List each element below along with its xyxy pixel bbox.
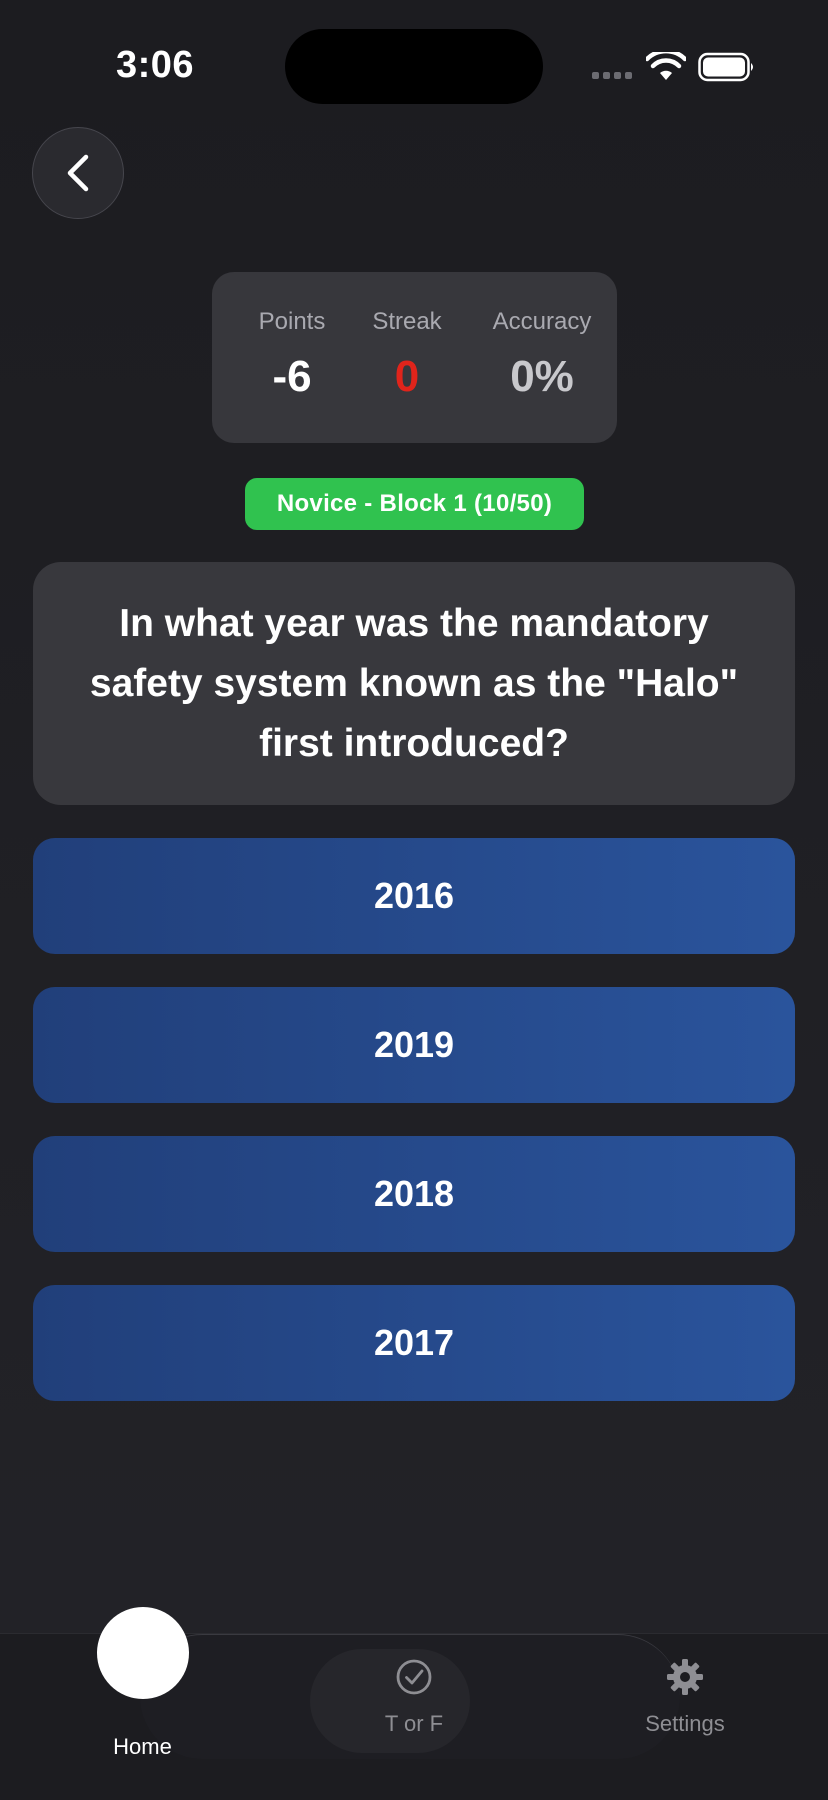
checkmark-circle-icon[interactable]: [395, 1658, 433, 1696]
tab-home-button[interactable]: [97, 1607, 189, 1699]
accuracy-label: Accuracy: [492, 308, 592, 335]
streak-label: Streak: [372, 308, 442, 335]
answer-option-2[interactable]: 2019: [33, 987, 795, 1103]
stats-card: Points -6 Streak 0 Accuracy 0%: [212, 272, 617, 443]
level-badge: Novice - Block 1 (10/50): [245, 478, 584, 530]
points-value: -6: [272, 352, 312, 401]
question-text: In what year was the mandatory safety sy…: [89, 601, 739, 765]
quiz-screen: 3:06 Points -6 Streak 0 Accuracy 0% Novi…: [0, 0, 828, 1800]
tab-bar-pill: [140, 1634, 680, 1759]
back-button[interactable]: [32, 127, 124, 219]
points-label: Points: [258, 308, 326, 335]
tab-bar-selection: [310, 1649, 470, 1753]
tab-home-label[interactable]: Home: [80, 1734, 205, 1760]
cellular-signal-icon: [592, 72, 634, 82]
status-time: 3:06: [115, 44, 195, 86]
chevron-left-icon: [67, 154, 89, 192]
question-card: In what year was the mandatory safety sy…: [33, 562, 795, 805]
tab-settings-label[interactable]: Settings: [625, 1711, 745, 1737]
dynamic-island: [285, 29, 543, 104]
tab-true-false-label[interactable]: T or F: [364, 1711, 464, 1737]
battery-icon: [698, 52, 753, 82]
gear-icon[interactable]: [666, 1658, 704, 1696]
answer-option-3[interactable]: 2018: [33, 1136, 795, 1252]
accuracy-value: 0%: [510, 352, 574, 401]
answer-option-4[interactable]: 2017: [33, 1285, 795, 1401]
answer-option-1[interactable]: 2016: [33, 838, 795, 954]
streak-value: 0: [394, 352, 420, 401]
wifi-icon: [646, 52, 686, 80]
